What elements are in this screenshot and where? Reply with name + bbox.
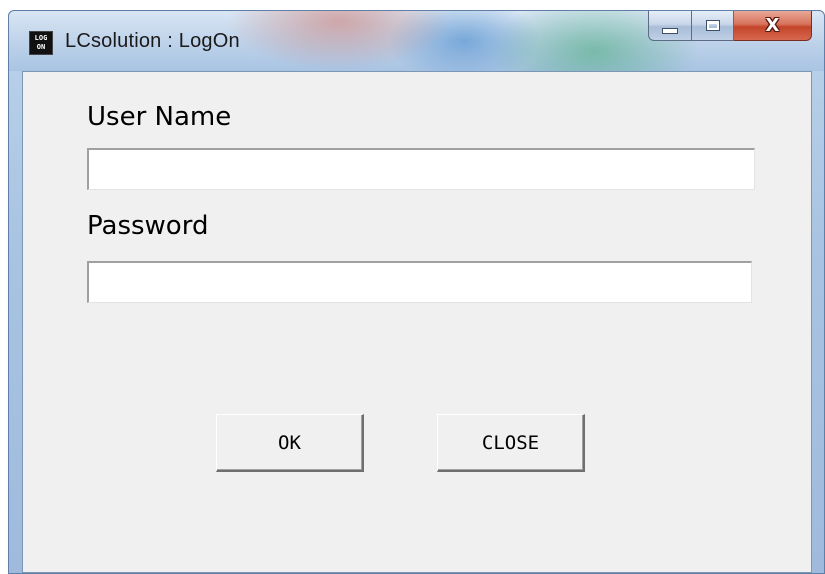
app-icon-text-top: LOG <box>34 34 48 42</box>
ok-button[interactable]: OK <box>216 414 364 472</box>
username-label: User Name <box>87 102 232 132</box>
close-icon: X <box>765 15 780 36</box>
maximize-icon <box>705 20 720 31</box>
app-icon-text-bottom: ON <box>36 43 46 51</box>
window-title: LCsolution : LogOn <box>65 30 240 52</box>
caption-buttons: X <box>648 11 812 43</box>
logon-form: User Name Password OK CLOSE <box>22 71 812 573</box>
close-button[interactable]: CLOSE <box>437 414 585 472</box>
logon-window: LOG ON LCsolution : LogOn X User Name Pa… <box>8 10 825 574</box>
title-bar[interactable]: LOG ON LCsolution : LogOn X <box>9 11 824 71</box>
window-close-button[interactable]: X <box>734 11 812 41</box>
minimize-button[interactable] <box>648 11 692 41</box>
password-label: Password <box>87 211 209 241</box>
maximize-button[interactable] <box>692 11 734 41</box>
logon-app-icon[interactable]: LOG ON <box>29 31 53 55</box>
password-input[interactable] <box>87 261 752 303</box>
minimize-icon <box>662 27 678 34</box>
username-input[interactable] <box>87 148 755 190</box>
